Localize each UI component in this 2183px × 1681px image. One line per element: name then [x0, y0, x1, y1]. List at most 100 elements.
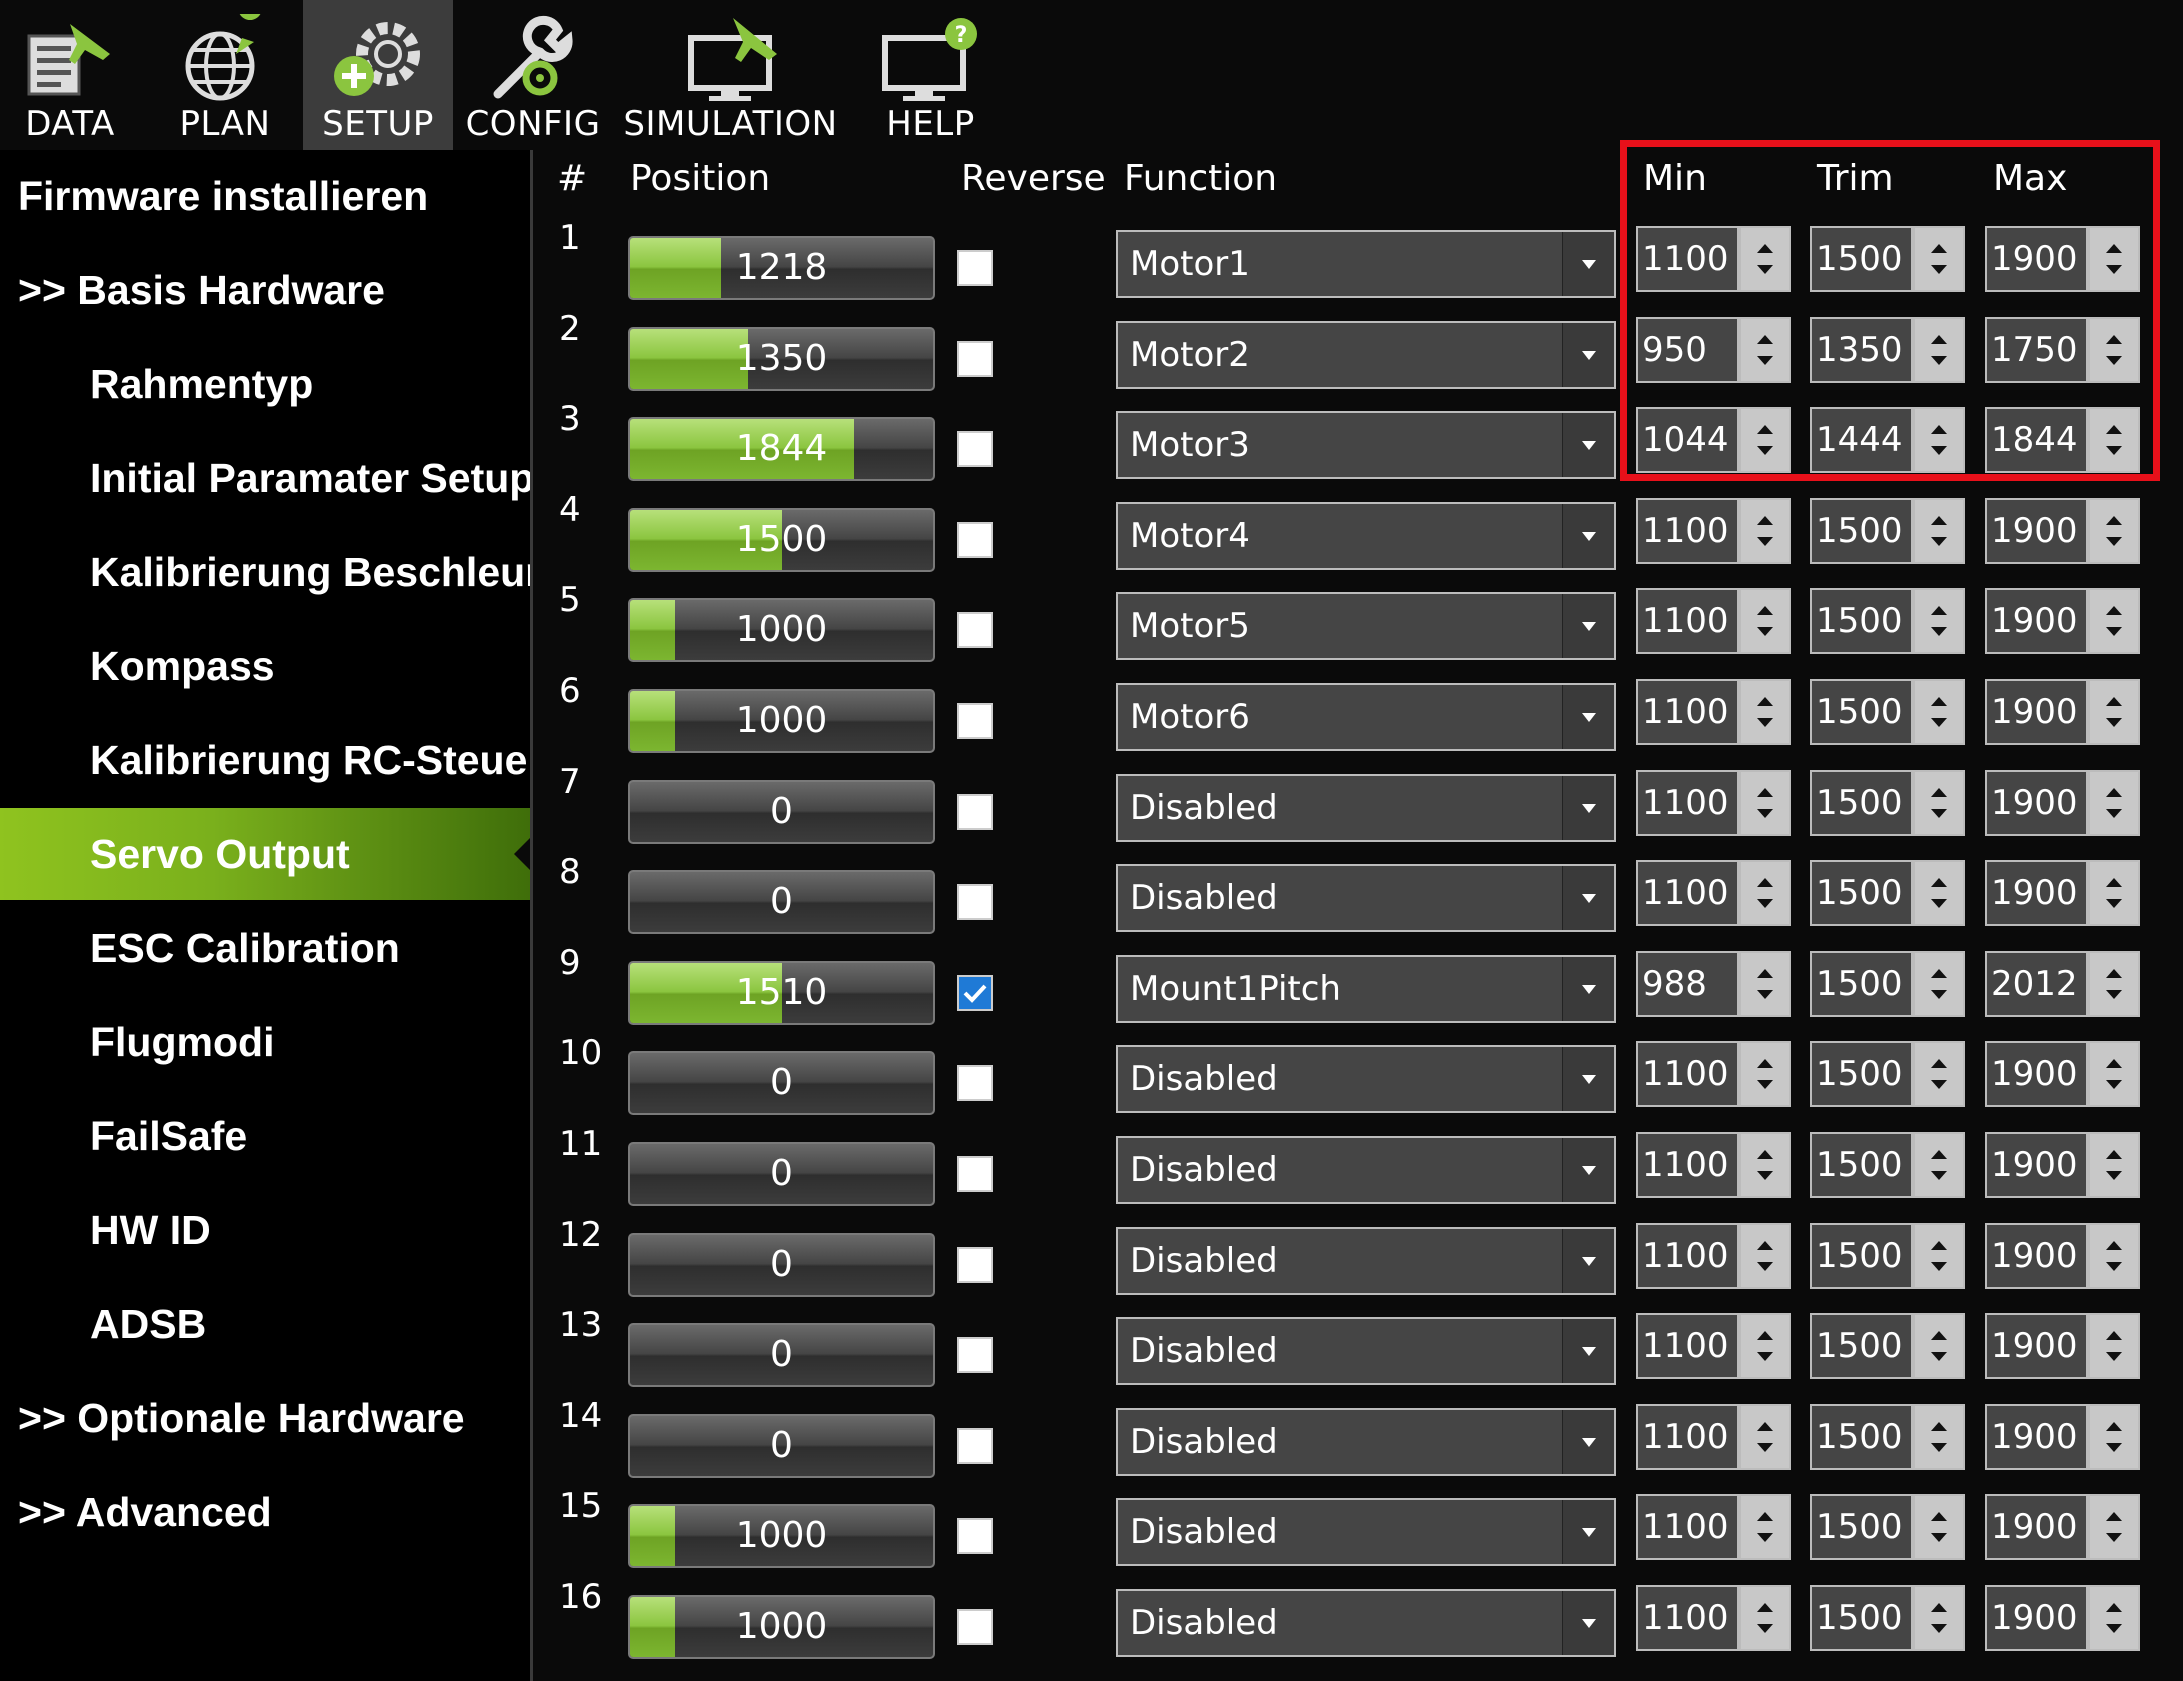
sidebar-item-advanced[interactable]: >> Advanced: [0, 1466, 530, 1558]
min-input[interactable]: 1100: [1636, 1403, 1739, 1470]
sidebar-item-adsb[interactable]: ADSB: [0, 1278, 530, 1370]
spin-buttons[interactable]: [2088, 1585, 2140, 1651]
min-spinner[interactable]: 1100: [1636, 769, 1791, 836]
spin-buttons[interactable]: [1913, 1041, 1965, 1108]
min-input[interactable]: 1100: [1636, 1222, 1739, 1289]
dropdown-arrow-button[interactable]: [1562, 1591, 1614, 1655]
toolbar-data-button[interactable]: DATA: [0, 0, 140, 150]
trim-spinner[interactable]: 1500: [1810, 950, 1965, 1017]
sidebar-item-hw-id[interactable]: HW ID: [0, 1184, 530, 1276]
max-input[interactable]: 1900: [1985, 497, 2088, 564]
min-input[interactable]: 1100: [1636, 497, 1739, 564]
toolbar-help-button[interactable]: ? HELP: [858, 0, 1003, 150]
sidebar-item-failsafe[interactable]: FailSafe: [0, 1090, 530, 1182]
function-dropdown[interactable]: Disabled: [1116, 1226, 1616, 1295]
min-spinner[interactable]: 1100: [1636, 1403, 1791, 1470]
reverse-checkbox[interactable]: [957, 340, 993, 377]
sidebar-item-optionale-hardware[interactable]: >> Optionale Hardware: [0, 1372, 530, 1464]
spin-buttons[interactable]: [1739, 860, 1791, 927]
min-input[interactable]: 1100: [1636, 1313, 1739, 1380]
reverse-checkbox[interactable]: [957, 1065, 993, 1102]
min-input[interactable]: 1100: [1636, 679, 1739, 745]
function-dropdown[interactable]: Disabled: [1116, 1317, 1616, 1386]
max-input[interactable]: 1900: [1985, 1222, 2088, 1289]
function-dropdown[interactable]: Motor5: [1116, 592, 1616, 661]
dropdown-arrow-button[interactable]: [1562, 1047, 1614, 1112]
max-spinner[interactable]: 1900: [1985, 1222, 2140, 1289]
dropdown-arrow-button[interactable]: [1562, 1138, 1614, 1202]
min-spinner[interactable]: 1100: [1636, 860, 1791, 927]
trim-spinner[interactable]: 1500: [1810, 497, 1965, 564]
max-input[interactable]: 1900: [1985, 1585, 2088, 1651]
dropdown-arrow-button[interactable]: [1562, 866, 1614, 931]
function-dropdown[interactable]: Disabled: [1116, 1498, 1616, 1567]
function-dropdown[interactable]: Disabled: [1116, 773, 1616, 842]
sidebar-item-basis-hardware[interactable]: >> Basis Hardware: [0, 244, 530, 336]
max-input[interactable]: 1900: [1985, 1132, 2088, 1198]
reverse-checkbox[interactable]: [957, 1518, 993, 1555]
spin-buttons[interactable]: [1739, 588, 1791, 655]
trim-spinner[interactable]: 1500: [1810, 679, 1965, 745]
max-spinner[interactable]: 1900: [1985, 1494, 2140, 1561]
reverse-checkbox[interactable]: [957, 250, 993, 286]
spin-buttons[interactable]: [2088, 1313, 2140, 1380]
min-input[interactable]: 1100: [1636, 1585, 1739, 1651]
max-input[interactable]: 1900: [1985, 860, 2088, 927]
min-spinner[interactable]: 1100: [1636, 1313, 1791, 1380]
spin-buttons[interactable]: [1739, 1585, 1791, 1651]
dropdown-arrow-button[interactable]: [1562, 1228, 1614, 1293]
reverse-checkbox[interactable]: [957, 612, 993, 649]
function-dropdown[interactable]: Motor6: [1116, 683, 1616, 751]
spin-buttons[interactable]: [2088, 1222, 2140, 1289]
spin-buttons[interactable]: [1739, 1313, 1791, 1380]
trim-input[interactable]: 1500: [1810, 1313, 1913, 1380]
toolbar-simulation-button[interactable]: SIMULATION: [623, 0, 838, 150]
sidebar-item-kompass[interactable]: Kompass: [0, 620, 530, 712]
max-spinner[interactable]: 2012: [1985, 950, 2140, 1017]
spin-buttons[interactable]: [2088, 497, 2140, 564]
sidebar-item-accel-calibration[interactable]: Kalibrierung Beschleunigungssensor: [0, 526, 530, 618]
trim-input[interactable]: 1500: [1810, 679, 1913, 745]
trim-spinner[interactable]: 1500: [1810, 1132, 1965, 1198]
sidebar-item-rc-calibration[interactable]: Kalibrierung RC-Steuerung: [0, 714, 530, 806]
spin-buttons[interactable]: [1913, 1494, 1965, 1561]
function-dropdown[interactable]: Disabled: [1116, 1589, 1616, 1657]
sidebar-item-initial-parameter-setup[interactable]: Initial Paramater Setup: [0, 432, 530, 524]
trim-input[interactable]: 1500: [1810, 950, 1913, 1017]
dropdown-arrow-button[interactable]: [1562, 956, 1614, 1021]
min-spinner[interactable]: 1100: [1636, 1222, 1791, 1289]
reverse-checkbox[interactable]: [957, 1427, 993, 1464]
spin-buttons[interactable]: [1739, 497, 1791, 564]
min-input[interactable]: 1100: [1636, 769, 1739, 836]
max-spinner[interactable]: 1900: [1985, 1585, 2140, 1651]
reverse-checkbox[interactable]: [957, 884, 993, 921]
trim-spinner[interactable]: 1500: [1810, 1041, 1965, 1108]
trim-input[interactable]: 1500: [1810, 497, 1913, 564]
spin-buttons[interactable]: [2088, 588, 2140, 655]
max-input[interactable]: 2012: [1985, 950, 2088, 1017]
reverse-checkbox[interactable]: [957, 431, 993, 468]
max-input[interactable]: 1900: [1985, 679, 2088, 745]
trim-input[interactable]: 1500: [1810, 1041, 1913, 1108]
dropdown-arrow-button[interactable]: [1562, 1500, 1614, 1565]
spin-buttons[interactable]: [1913, 679, 1965, 745]
function-dropdown[interactable]: Disabled: [1116, 864, 1616, 933]
min-spinner[interactable]: 1100: [1636, 588, 1791, 655]
max-input[interactable]: 1900: [1985, 1041, 2088, 1108]
dropdown-arrow-button[interactable]: [1562, 775, 1614, 840]
min-spinner[interactable]: 1100: [1636, 1132, 1791, 1198]
min-input[interactable]: 1100: [1636, 1494, 1739, 1561]
dropdown-arrow-button[interactable]: [1562, 413, 1614, 478]
spin-buttons[interactable]: [2088, 950, 2140, 1017]
dropdown-arrow-button[interactable]: [1562, 322, 1614, 387]
toolbar-plan-button[interactable]: PLAN: [160, 0, 290, 150]
spin-buttons[interactable]: [2088, 1132, 2140, 1198]
max-spinner[interactable]: 1900: [1985, 588, 2140, 655]
spin-buttons[interactable]: [1739, 1222, 1791, 1289]
function-dropdown[interactable]: Disabled: [1116, 1045, 1616, 1114]
function-dropdown[interactable]: Disabled: [1116, 1136, 1616, 1204]
reverse-checkbox[interactable]: [957, 1609, 993, 1645]
spin-buttons[interactable]: [2088, 1403, 2140, 1470]
function-dropdown[interactable]: Motor4: [1116, 501, 1616, 570]
min-spinner[interactable]: 1100: [1636, 679, 1791, 745]
